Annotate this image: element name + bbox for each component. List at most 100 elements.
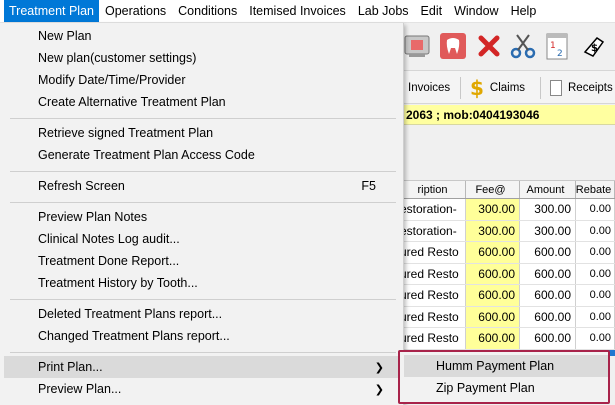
menu-operations[interactable]: Operations [99,0,172,22]
menu-separator [10,352,396,353]
menu-treatment-plan[interactable]: Treatment Plan [4,0,99,22]
table-row[interactable]: estoration- 300.00 300.00 0.00 [400,220,615,242]
cell-rebate: 0.00 [576,285,615,306]
menu-separator [10,118,396,119]
cell-description: estoration- [400,220,466,241]
menu-item-changed-report[interactable]: Changed Treatment Plans report... [0,325,400,347]
submenu-item-humm[interactable]: Humm Payment Plan [404,355,608,377]
cell-description: ured Resto [400,242,466,263]
tab-receipts-label: Receipts [568,82,613,94]
menu-separator [10,299,396,300]
menu-help[interactable]: Help [505,0,543,22]
cell-amount: 600.00 [520,242,576,263]
menu-item-create-alternative[interactable]: Create Alternative Treatment Plan [0,91,400,113]
cell-fee[interactable]: 600.00 [466,242,520,263]
menu-item-history-tooth[interactable]: Treatment History by Tooth... [0,272,400,294]
cell-fee[interactable]: 600.00 [466,263,520,284]
table-row[interactable]: estoration- 300.00 300.00 0.00 [400,199,615,221]
cell-fee[interactable]: 600.00 [466,328,520,349]
cell-description: ured Resto [400,285,466,306]
print-plan-submenu: Humm Payment Plan Zip Payment Plan [402,352,610,402]
cell-description: ured Resto [400,306,466,327]
cell-fee[interactable]: 300.00 [466,199,520,220]
table-row[interactable]: ured Resto 600.00 600.00 0.00 [400,306,615,328]
delete-x-icon[interactable] [472,30,506,62]
cell-amount: 600.00 [520,328,576,349]
menu-itemised-invoices[interactable]: Itemised Invoices [243,0,352,22]
menu-window[interactable]: Window [448,0,504,22]
tab-divider [540,77,541,99]
menu-item-clinical-audit[interactable]: Clinical Notes Log audit... [0,228,400,250]
menu-item-retrieve-signed[interactable]: Retrieve signed Treatment Plan [0,122,400,144]
cell-rebate: 0.00 [576,328,615,349]
cell-amount: 600.00 [520,263,576,284]
menu-bar: Treatment Plan Operations Conditions Ite… [0,0,615,23]
tab-divider [460,77,461,99]
treatment-plan-menu: New Plan New plan(customer settings) Mod… [0,23,404,405]
tab-claims-label: Claims [489,82,526,94]
tab-claims[interactable]: $ Claims [470,71,525,105]
tab-invoices[interactable]: Invoices [408,71,450,105]
dollar-icon[interactable]: $ [576,30,610,62]
svg-text:2: 2 [557,49,563,59]
scissors-icon[interactable] [506,30,540,62]
svg-text:$: $ [591,43,598,54]
header-amount[interactable]: Amount [520,181,576,198]
cell-amount: 300.00 [520,199,576,220]
header-description[interactable]: ription [400,181,466,198]
table-row[interactable]: ured Resto 600.00 600.00 0.00 [400,328,615,350]
svg-text:1: 1 [550,41,556,51]
menu-item-generate-code[interactable]: Generate Treatment Plan Access Code [0,144,400,166]
cell-rebate: 0.00 [576,306,615,327]
menu-item-print-plan[interactable]: Print Plan... ❯ [4,356,400,378]
chevron-right-icon: ❯ [374,383,384,396]
tooth-icon[interactable] [436,30,470,62]
tabs-row: Invoices $ Claims Receipts [400,70,615,104]
cell-fee[interactable]: 600.00 [466,285,520,306]
cell-description: ured Resto [400,328,466,349]
cell-rebate: 0.00 [576,242,615,263]
shortcut-f5: F5 [361,179,376,193]
cell-rebate: 0.00 [576,220,615,241]
menu-lab-jobs[interactable]: Lab Jobs [352,0,415,22]
menu-item-new-plan[interactable]: New Plan [0,25,400,47]
receipt-icon [550,80,562,96]
chevron-right-icon: ❯ [374,361,384,374]
cell-fee[interactable]: 600.00 [466,306,520,327]
header-rebate[interactable]: Rebate [576,181,615,198]
menu-item-done-report[interactable]: Treatment Done Report... [0,250,400,272]
menu-separator [10,171,396,172]
menu-separator [10,202,396,203]
menu-item-refresh-label: Refresh Screen [38,179,125,193]
dollar-sign-icon: $ [470,76,484,100]
submenu-item-zip[interactable]: Zip Payment Plan [402,377,610,399]
menu-item-preview-notes[interactable]: Preview Plan Notes [0,206,400,228]
tab-receipts[interactable]: Receipts [550,71,613,105]
header-fee[interactable]: Fee@ [466,181,520,198]
cell-amount: 600.00 [520,306,576,327]
cell-description: ured Resto [400,263,466,284]
content-area [400,126,615,180]
toolbar: 12 $ [400,24,615,68]
cell-amount: 600.00 [520,285,576,306]
cell-fee[interactable]: 300.00 [466,220,520,241]
cell-amount: 300.00 [520,220,576,241]
table-row[interactable]: ured Resto 600.00 600.00 0.00 [400,263,615,285]
menu-item-preview-plan[interactable]: Preview Plan... ❯ [0,378,400,400]
menu-edit[interactable]: Edit [415,0,449,22]
table-row[interactable]: ured Resto 600.00 600.00 0.00 [400,242,615,264]
x-ray-icon[interactable] [400,30,434,62]
menu-item-preview-plan-label: Preview Plan... [38,382,122,396]
menu-item-print-plan-label: Print Plan... [38,360,103,374]
menu-item-new-plan-customer[interactable]: New plan(customer settings) [0,47,400,69]
table-row[interactable]: ured Resto 600.00 600.00 0.00 [400,285,615,307]
menu-item-modify[interactable]: Modify Date/Time/Provider [0,69,400,91]
calendar-icon[interactable]: 12 [540,30,574,62]
cell-rebate: 0.00 [576,263,615,284]
cell-rebate: 0.00 [576,199,615,220]
menu-item-refresh[interactable]: Refresh Screen F5 [0,175,400,197]
grid-header: ription Fee@ Amount Rebate [400,180,615,199]
menu-conditions[interactable]: Conditions [172,0,243,22]
cell-description: estoration- [400,199,466,220]
menu-item-deleted-report[interactable]: Deleted Treatment Plans report... [0,303,400,325]
